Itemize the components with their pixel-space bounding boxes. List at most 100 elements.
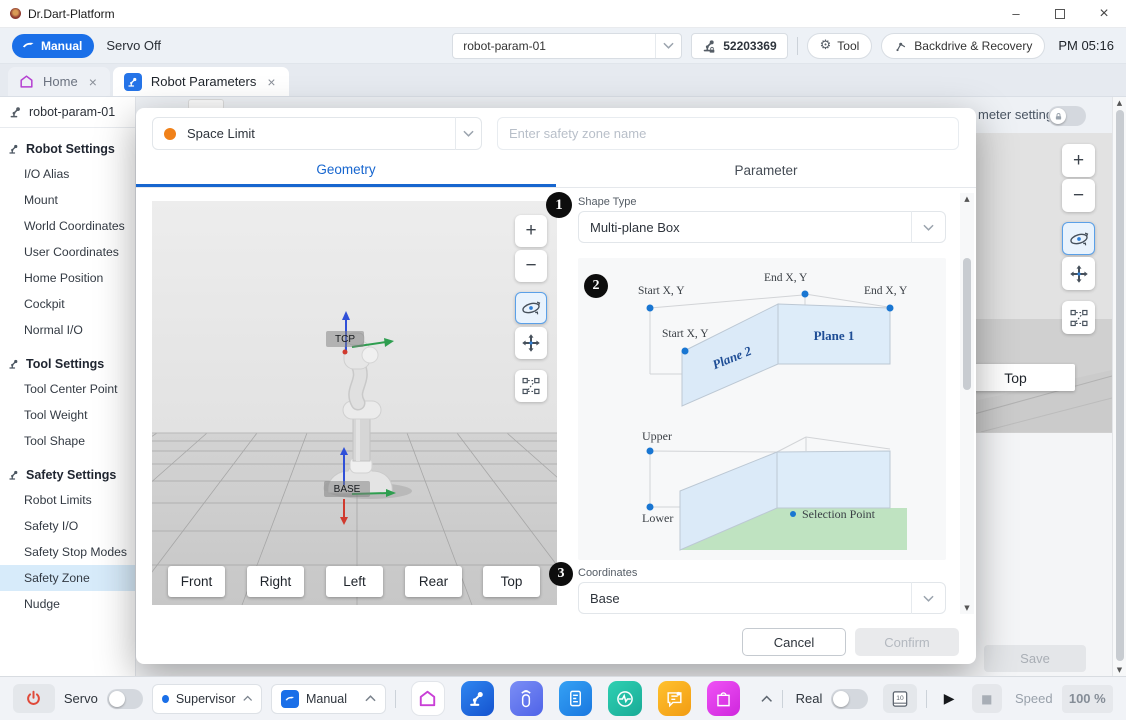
step-badge-3: 3: [549, 562, 573, 586]
manual-mode-icon: [21, 38, 36, 53]
mode-manual-button[interactable]: Manual: [12, 34, 94, 58]
tab-home[interactable]: Home ×: [8, 67, 110, 96]
tab-robot-parameters[interactable]: Robot Parameters ×: [113, 67, 289, 96]
bg-orbit-button[interactable]: [1062, 222, 1095, 255]
sidebar-item-world-coordinates[interactable]: World Coordinates: [0, 213, 135, 239]
play-button[interactable]: ▶: [936, 691, 963, 707]
log-button[interactable]: 10: [883, 684, 917, 713]
scroll-down-icon[interactable]: ▼: [1113, 666, 1126, 674]
sidebar-item-user-coordinates[interactable]: User Coordinates: [0, 239, 135, 265]
robot-config-select[interactable]: robot-param-01: [452, 33, 682, 59]
zone-type-select[interactable]: Space Limit: [152, 117, 482, 150]
viewport-orbit-button[interactable]: [515, 292, 547, 324]
app-monitor-icon[interactable]: [608, 681, 641, 716]
close-button[interactable]: ×: [1082, 0, 1126, 28]
tab-parameter[interactable]: Parameter: [556, 154, 976, 187]
real-mode-toggle[interactable]: [831, 689, 867, 709]
sidebar-item-safety-io[interactable]: Safety I/O: [0, 513, 135, 539]
sidebar-item-nudge[interactable]: Nudge: [0, 591, 135, 617]
sidebar-group-tool-settings: Tool Settings: [0, 352, 135, 376]
main-scrollbar-thumb[interactable]: [1116, 110, 1124, 661]
tab-robot-parameters-label: Robot Parameters: [151, 74, 257, 89]
tab-robot-parameters-close-icon[interactable]: ×: [265, 74, 277, 90]
tool-button[interactable]: ⚙ Tool: [807, 33, 873, 59]
scroll-up-icon[interactable]: ▲: [1113, 99, 1126, 107]
robot-serial-badge[interactable]: 52203369: [691, 33, 787, 59]
collapse-dock-icon[interactable]: [761, 695, 772, 703]
viewport-zoom-in-button[interactable]: +: [515, 215, 547, 247]
app-window: Dr.Dart-Platform – × Manual Servo Off ro…: [0, 0, 1126, 720]
zone-name-input[interactable]: [497, 117, 959, 150]
maximize-button[interactable]: [1038, 0, 1082, 28]
coordinates-select[interactable]: Base: [578, 582, 946, 614]
app-home-icon[interactable]: [411, 681, 444, 716]
mode-select[interactable]: Manual: [271, 684, 386, 714]
role-select[interactable]: Supervisor: [152, 684, 262, 714]
settings-lock-toggle[interactable]: [1048, 106, 1086, 126]
sidebar-item-safety-zone[interactable]: Safety Zone: [0, 565, 135, 591]
sidebar-item-home-position[interactable]: Home Position: [0, 265, 135, 291]
power-icon: [25, 690, 42, 707]
clock-label: PM 05:16: [1058, 38, 1114, 53]
viewport-pan-button[interactable]: [515, 327, 547, 359]
sidebar-group-robot-settings: Robot Settings: [0, 137, 135, 161]
end-xy-label: End X, Y: [864, 285, 907, 297]
chevron-down-icon: [911, 211, 945, 243]
save-button[interactable]: Save: [984, 645, 1086, 672]
svg-text:10: 10: [896, 694, 904, 701]
mode-manual-label: Manual: [41, 39, 82, 53]
viewport-zoom-out-button[interactable]: −: [515, 250, 547, 282]
end-xy-label: End X, Y: [764, 272, 807, 284]
sidebar-item-mount[interactable]: Mount: [0, 187, 135, 213]
app-jog-icon[interactable]: [510, 681, 543, 716]
confirm-button[interactable]: Confirm: [855, 628, 959, 656]
bg-measure-button[interactable]: [1062, 301, 1095, 334]
servo-status-label: Servo Off: [106, 38, 161, 53]
sidebar-item-robot-limits[interactable]: Robot Limits: [0, 487, 135, 513]
sidebar-item-tool-center-point[interactable]: Tool Center Point: [0, 376, 135, 402]
panel-scrollbar[interactable]: ▲ ▼: [960, 193, 974, 614]
bg-zoom-out-button[interactable]: −: [1062, 179, 1095, 212]
app-store-icon[interactable]: [707, 681, 740, 716]
minimize-button[interactable]: –: [994, 0, 1038, 28]
chevron-up-icon: [365, 695, 376, 702]
app-message-icon[interactable]: [658, 681, 691, 716]
servo-toggle[interactable]: [107, 689, 143, 709]
backdrive-recovery-button[interactable]: Backdrive & Recovery: [881, 33, 1045, 59]
role-status-dot: [162, 695, 169, 703]
zone-color-dot: [164, 128, 176, 140]
pan-icon: [521, 333, 541, 353]
scroll-down-icon[interactable]: ▼: [960, 604, 974, 612]
panel-scrollbar-thumb[interactable]: [963, 258, 971, 390]
step-badge-2: 2: [584, 274, 608, 298]
tab-home-close-icon[interactable]: ×: [87, 74, 99, 90]
app-task-icon[interactable]: [559, 681, 592, 716]
main-scrollbar[interactable]: ▲ ▼: [1112, 97, 1126, 676]
sidebar-item-safety-stop-modes[interactable]: Safety Stop Modes: [0, 539, 135, 565]
sidebar-item-io-alias[interactable]: I/O Alias: [0, 161, 135, 187]
home-icon: [19, 74, 34, 89]
scroll-up-icon[interactable]: ▲: [960, 195, 974, 203]
cancel-button[interactable]: Cancel: [742, 628, 846, 656]
zone-3d-viewport[interactable]: TCP BASE + − Fr: [152, 201, 557, 605]
bg-pan-button[interactable]: [1062, 257, 1095, 290]
bg-zoom-in-button[interactable]: +: [1062, 144, 1095, 177]
pan-icon: [1069, 264, 1089, 284]
servo-power-button[interactable]: [13, 684, 55, 713]
view-right-button[interactable]: Right: [247, 566, 304, 597]
shape-type-select[interactable]: Multi-plane Box: [578, 211, 946, 243]
view-front-button[interactable]: Front: [168, 566, 225, 597]
view-left-button[interactable]: Left: [326, 566, 383, 597]
sidebar-item-tool-weight[interactable]: Tool Weight: [0, 402, 135, 428]
tab-geometry[interactable]: Geometry: [136, 154, 556, 187]
stop-button[interactable]: ■: [972, 684, 1002, 713]
sidebar-item-tool-shape[interactable]: Tool Shape: [0, 428, 135, 454]
viewport-measure-button[interactable]: [515, 370, 547, 402]
view-top-button[interactable]: Top: [483, 566, 540, 597]
measure-icon: [521, 376, 541, 396]
view-rear-button[interactable]: Rear: [405, 566, 462, 597]
tcp-label: TCP: [326, 331, 364, 347]
sidebar-item-normal-io[interactable]: Normal I/O: [0, 317, 135, 343]
app-robot-params-icon[interactable]: [461, 681, 494, 716]
sidebar-item-cockpit[interactable]: Cockpit: [0, 291, 135, 317]
